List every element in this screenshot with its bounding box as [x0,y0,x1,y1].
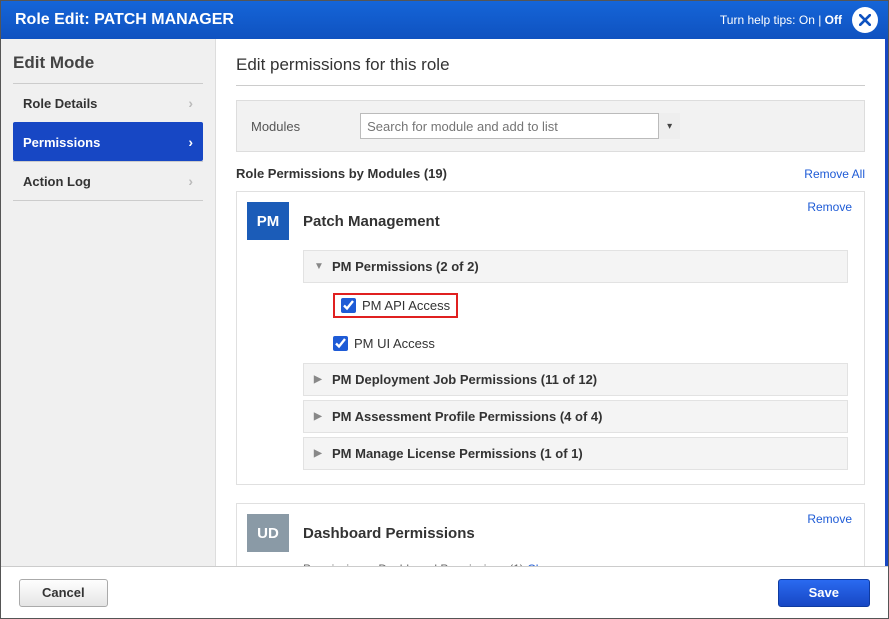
close-button[interactable] [852,7,878,33]
divider [236,85,865,86]
chevron-right-icon: › [188,173,193,189]
remove-module-link[interactable]: Remove [807,200,852,214]
triangle-right-icon: ▶ [314,448,326,459]
modules-label: Modules [251,119,300,134]
perm-item-api-access[interactable]: PM API Access [325,287,848,324]
close-icon [859,14,871,26]
sidebar-heading: Edit Mode [13,53,203,83]
perm-item-label: PM UI Access [354,336,435,351]
footer: Cancel Save [1,566,888,618]
remove-module-link[interactable]: Remove [807,512,852,526]
main-heading: Edit permissions for this role [236,55,865,75]
triangle-right-icon: ▶ [314,411,326,422]
sidebar-item-permissions[interactable]: Permissions › [13,122,203,161]
module-badge: UD [247,514,289,552]
perm-group-label: PM Permissions (2 of 2) [332,259,479,274]
perm-item-ui-access[interactable]: PM UI Access [325,330,848,357]
perm-group-label: PM Deployment Job Permissions (11 of 12) [332,372,597,387]
perm-group-label: PM Manage License Permissions (1 of 1) [332,446,583,461]
perm-checkbox[interactable] [333,336,348,351]
perm-group-row[interactable]: ▼ PM Permissions (2 of 2) [303,250,848,283]
sidebar-item-action-log[interactable]: Action Log › [13,161,203,201]
chevron-right-icon: › [188,95,193,111]
permissions-section-header: Role Permissions by Modules (19) Remove … [236,166,865,181]
perm-group-row[interactable]: ▶ PM Assessment Profile Permissions (4 o… [303,400,848,433]
sidebar-item-role-details[interactable]: Role Details › [13,83,203,122]
triangle-down-icon: ▼ [314,261,326,272]
perm-group-label: PM Assessment Profile Permissions (4 of … [332,409,602,424]
module-card-pm: Remove PM Patch Management ▼ PM Permissi… [236,191,865,485]
perm-group-row[interactable]: ▶ PM Deployment Job Permissions (11 of 1… [303,363,848,396]
module-search-input[interactable] [360,113,680,139]
perm-checkbox[interactable] [341,298,356,313]
perm-item-label: PM API Access [362,298,450,313]
perm-group-row[interactable]: ▶ PM Manage License Permissions (1 of 1) [303,437,848,470]
chevron-right-icon: › [188,134,193,150]
chevron-down-icon[interactable]: ▾ [658,113,680,139]
page-title: Role Edit: PATCH MANAGER [15,11,720,29]
module-badge: PM [247,202,289,240]
sidebar-item-label: Permissions [23,135,100,150]
help-tips-toggle[interactable]: Turn help tips: On | Off [720,13,842,27]
sidebar-item-label: Role Details [23,96,97,111]
cancel-button[interactable]: Cancel [19,579,108,607]
titlebar: Role Edit: PATCH MANAGER Turn help tips:… [1,1,888,39]
permissions-count-label: Role Permissions by Modules (19) [236,166,447,181]
sidebar: Edit Mode Role Details › Permissions › A… [1,39,216,618]
module-search-box: Modules ▾ [236,100,865,152]
triangle-right-icon: ▶ [314,374,326,385]
save-button[interactable]: Save [778,579,870,607]
sidebar-item-label: Action Log [23,174,91,189]
module-name: Patch Management [303,213,440,230]
module-combobox[interactable]: ▾ [360,113,680,139]
remove-all-link[interactable]: Remove All [804,167,865,181]
module-name: Dashboard Permissions [303,525,475,542]
main-panel: Edit permissions for this role Modules ▾… [216,39,888,618]
